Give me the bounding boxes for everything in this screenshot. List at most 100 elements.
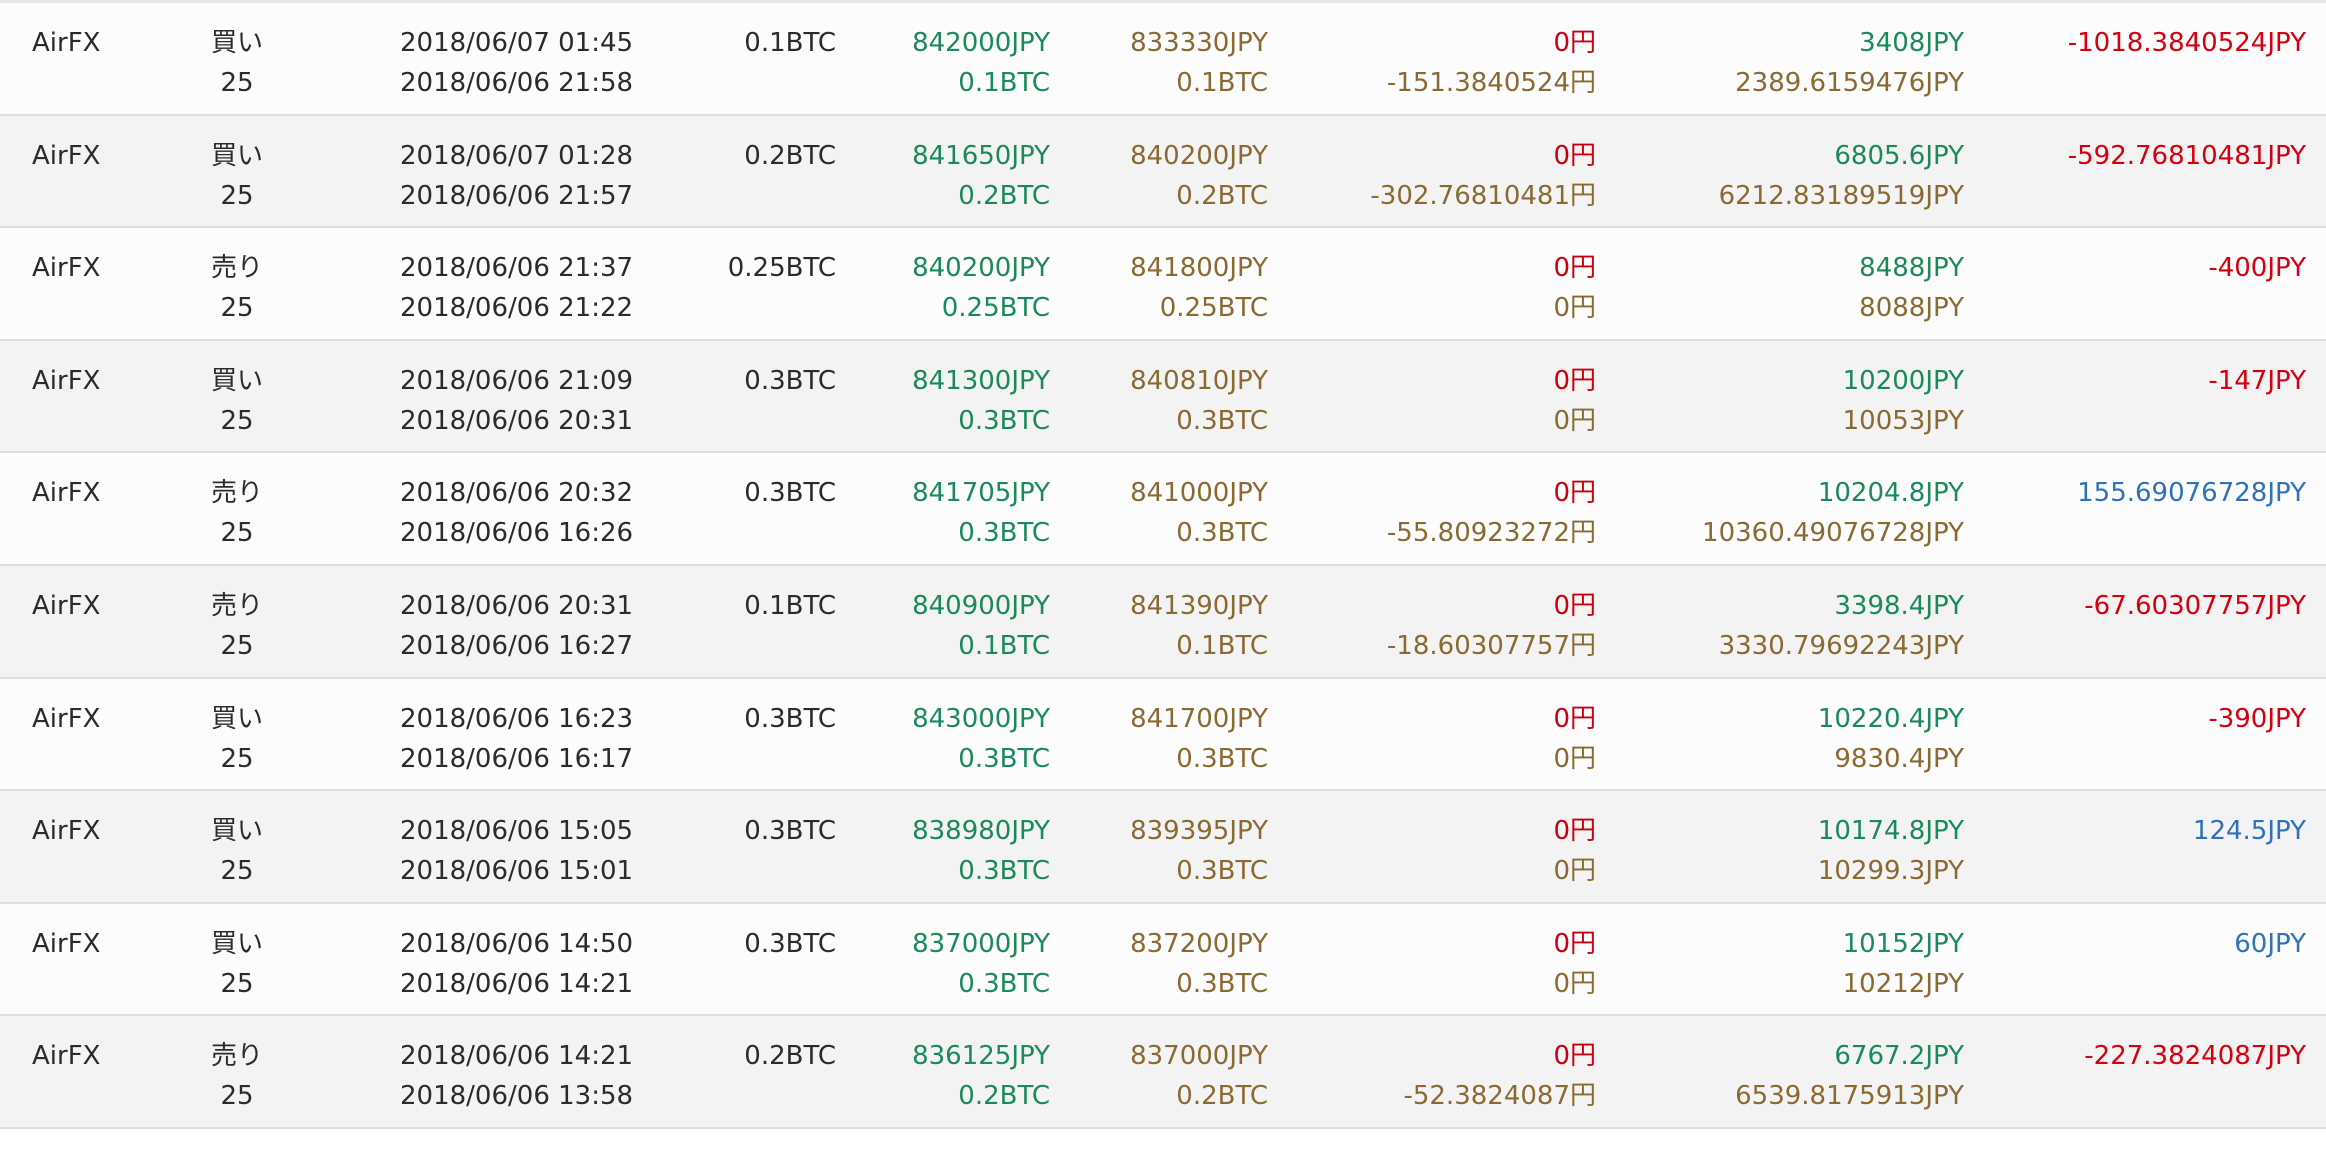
open-datetime: 2018/06/06 13:58: [400, 1081, 634, 1112]
margin-after-cell: 10299.3JPY: [1818, 851, 1964, 891]
table-row[interactable]: AirFX 買い 25 2018/06/06 15:05 2018/06/06 …: [0, 791, 2326, 904]
exchange-name: AirFX: [32, 140, 101, 171]
margin-cell: 3398.4JPY: [1834, 586, 1964, 626]
table-row[interactable]: AirFX 買い 25 2018/06/06 16:23 2018/06/06 …: [0, 678, 2326, 792]
open-amount: 0.2BTC: [958, 1081, 1050, 1112]
close-price: 837200JPY: [1130, 928, 1268, 959]
open-amount: 0.2BTC: [958, 180, 1050, 211]
leverage: 25: [220, 293, 254, 324]
margin-after: 10360.49076728JPY: [1702, 518, 1964, 549]
leverage: 25: [220, 405, 254, 436]
open-datetime: 2018/06/06 16:27: [400, 630, 634, 661]
trade-history-table: AirFX 買い 25 2018/06/07 01:45 2018/06/06 …: [0, 0, 2326, 1129]
fee: 0円: [1553, 28, 1596, 58]
profit-loss: 60JPY: [2234, 928, 2306, 959]
close-amount: 0.3BTC: [1176, 405, 1268, 436]
fee-cell: 0円: [1553, 361, 1596, 401]
profit-loss: 155.69076728JPY: [2077, 478, 2306, 509]
margin-after: 10053JPY: [1842, 405, 1964, 436]
profit-loss: -67.60307757JPY: [2084, 590, 2306, 621]
table-row[interactable]: AirFX 買い 25 2018/06/06 14:50 2018/06/06 …: [0, 903, 2326, 1017]
leverage: 25: [220, 518, 254, 549]
margin-after: 10299.3JPY: [1817, 856, 1964, 887]
table-row[interactable]: AirFX 買い 25 2018/06/07 01:28 2018/06/06 …: [0, 115, 2326, 229]
margin-cell: 6805.6JPY: [1834, 136, 1964, 176]
swap: 0円: [1553, 968, 1596, 999]
swap-cell: 0円: [1553, 739, 1596, 779]
swap-cell: -55.80923272円: [1387, 513, 1596, 553]
trade-side: 売り: [210, 253, 263, 284]
open-price: 843000JPY: [912, 703, 1050, 734]
close-datetime: 2018/06/06 15:05: [400, 816, 634, 847]
position-size: 0.3BTC: [744, 703, 836, 734]
close-datetime: 2018/06/06 21:09: [400, 365, 634, 396]
open-datetime: 2018/06/06 14:21: [400, 968, 634, 999]
table-row[interactable]: AirFX 売り 25 2018/06/06 20:32 2018/06/06 …: [0, 453, 2326, 566]
exchange-name: AirFX: [32, 928, 101, 959]
table-row[interactable]: AirFX 買い 25 2018/06/07 01:45 2018/06/06 …: [0, 3, 2326, 116]
margin-after: 8088JPY: [1859, 293, 1964, 324]
trade-side: 買い: [210, 28, 263, 58]
trade-side: 買い: [210, 816, 263, 847]
close-amount: 0.25BTC: [1159, 293, 1268, 324]
table-row[interactable]: AirFX 売り 25 2018/06/06 14:21 2018/06/06 …: [0, 1016, 2326, 1129]
swap-cell: 0円: [1553, 964, 1596, 1004]
swap-cell: 0円: [1553, 288, 1596, 328]
margin-after-cell: 2389.6159476JPY: [1735, 63, 1964, 103]
trade-side: 買い: [210, 140, 263, 171]
close-price: 841800JPY: [1130, 253, 1268, 284]
fee-cell: 0円: [1553, 136, 1596, 176]
swap: 0円: [1553, 293, 1596, 324]
open-amount: 0.25BTC: [941, 293, 1050, 324]
close-datetime: 2018/06/06 20:31: [400, 590, 634, 621]
profit-loss: -400JPY: [2208, 253, 2306, 284]
margin-before: 10200JPY: [1842, 365, 1964, 396]
margin-after: 6539.8175913JPY: [1735, 1081, 1964, 1112]
swap-cell: -302.76810481円: [1370, 176, 1596, 216]
profit-loss: -227.3824087JPY: [2084, 1041, 2306, 1072]
close-amount: 0.3BTC: [1176, 856, 1268, 887]
table-row[interactable]: AirFX 買い 25 2018/06/06 21:09 2018/06/06 …: [0, 340, 2326, 454]
close-datetime: 2018/06/07 01:45: [400, 28, 634, 58]
profit-loss: -592.76810481JPY: [2067, 140, 2306, 171]
swap: -18.60307757円: [1386, 630, 1596, 661]
position-size: 0.1BTC: [744, 590, 836, 621]
trade-side: 売り: [210, 590, 263, 621]
margin-after-cell: 10360.49076728JPY: [1702, 513, 1964, 553]
close-price: 833330JPY: [1130, 28, 1268, 58]
open-amount: 0.3BTC: [958, 968, 1050, 999]
fee: 0円: [1553, 590, 1596, 621]
open-datetime: 2018/06/06 21:58: [400, 68, 634, 98]
profit-loss: -390JPY: [2208, 703, 2306, 734]
margin-before: 6767.2JPY: [1834, 1041, 1964, 1072]
trade-side: 買い: [210, 365, 263, 396]
margin-cell: 10204.8JPY: [1818, 473, 1964, 513]
exchange-name: AirFX: [32, 816, 101, 847]
margin-after: 2389.6159476JPY: [1735, 68, 1964, 98]
open-price: 840900JPY: [912, 590, 1050, 621]
swap-cell: 0円: [1553, 401, 1596, 441]
open-price: 840200JPY: [912, 253, 1050, 284]
table-row[interactable]: AirFX 売り 25 2018/06/06 20:31 2018/06/06 …: [0, 565, 2326, 679]
table-row[interactable]: AirFX 売り 25 2018/06/06 21:37 2018/06/06 …: [0, 228, 2326, 341]
fee-cell: 0円: [1553, 924, 1596, 964]
open-price: 836125JPY: [912, 1041, 1050, 1072]
fee-cell: 0円: [1553, 586, 1596, 626]
close-amount: 0.3BTC: [1176, 518, 1268, 549]
leverage: 25: [220, 68, 254, 98]
exchange-name: AirFX: [32, 1041, 101, 1072]
swap-cell: -18.60307757円: [1387, 626, 1596, 666]
exchange-name: AirFX: [32, 28, 101, 58]
close-price: 840810JPY: [1130, 365, 1268, 396]
close-datetime: 2018/06/07 01:28: [400, 140, 634, 171]
margin-after: 10212JPY: [1842, 968, 1964, 999]
margin-after: 6212.83189519JPY: [1718, 180, 1964, 211]
close-price: 839395JPY: [1130, 816, 1268, 847]
margin-before: 10174.8JPY: [1817, 816, 1964, 847]
open-price: 838980JPY: [912, 816, 1050, 847]
close-datetime: 2018/06/06 20:32: [400, 478, 634, 509]
exchange-name: AirFX: [32, 478, 101, 509]
swap-cell: 0円: [1553, 851, 1596, 891]
open-price: 842000JPY: [912, 28, 1050, 58]
fee: 0円: [1553, 816, 1596, 847]
